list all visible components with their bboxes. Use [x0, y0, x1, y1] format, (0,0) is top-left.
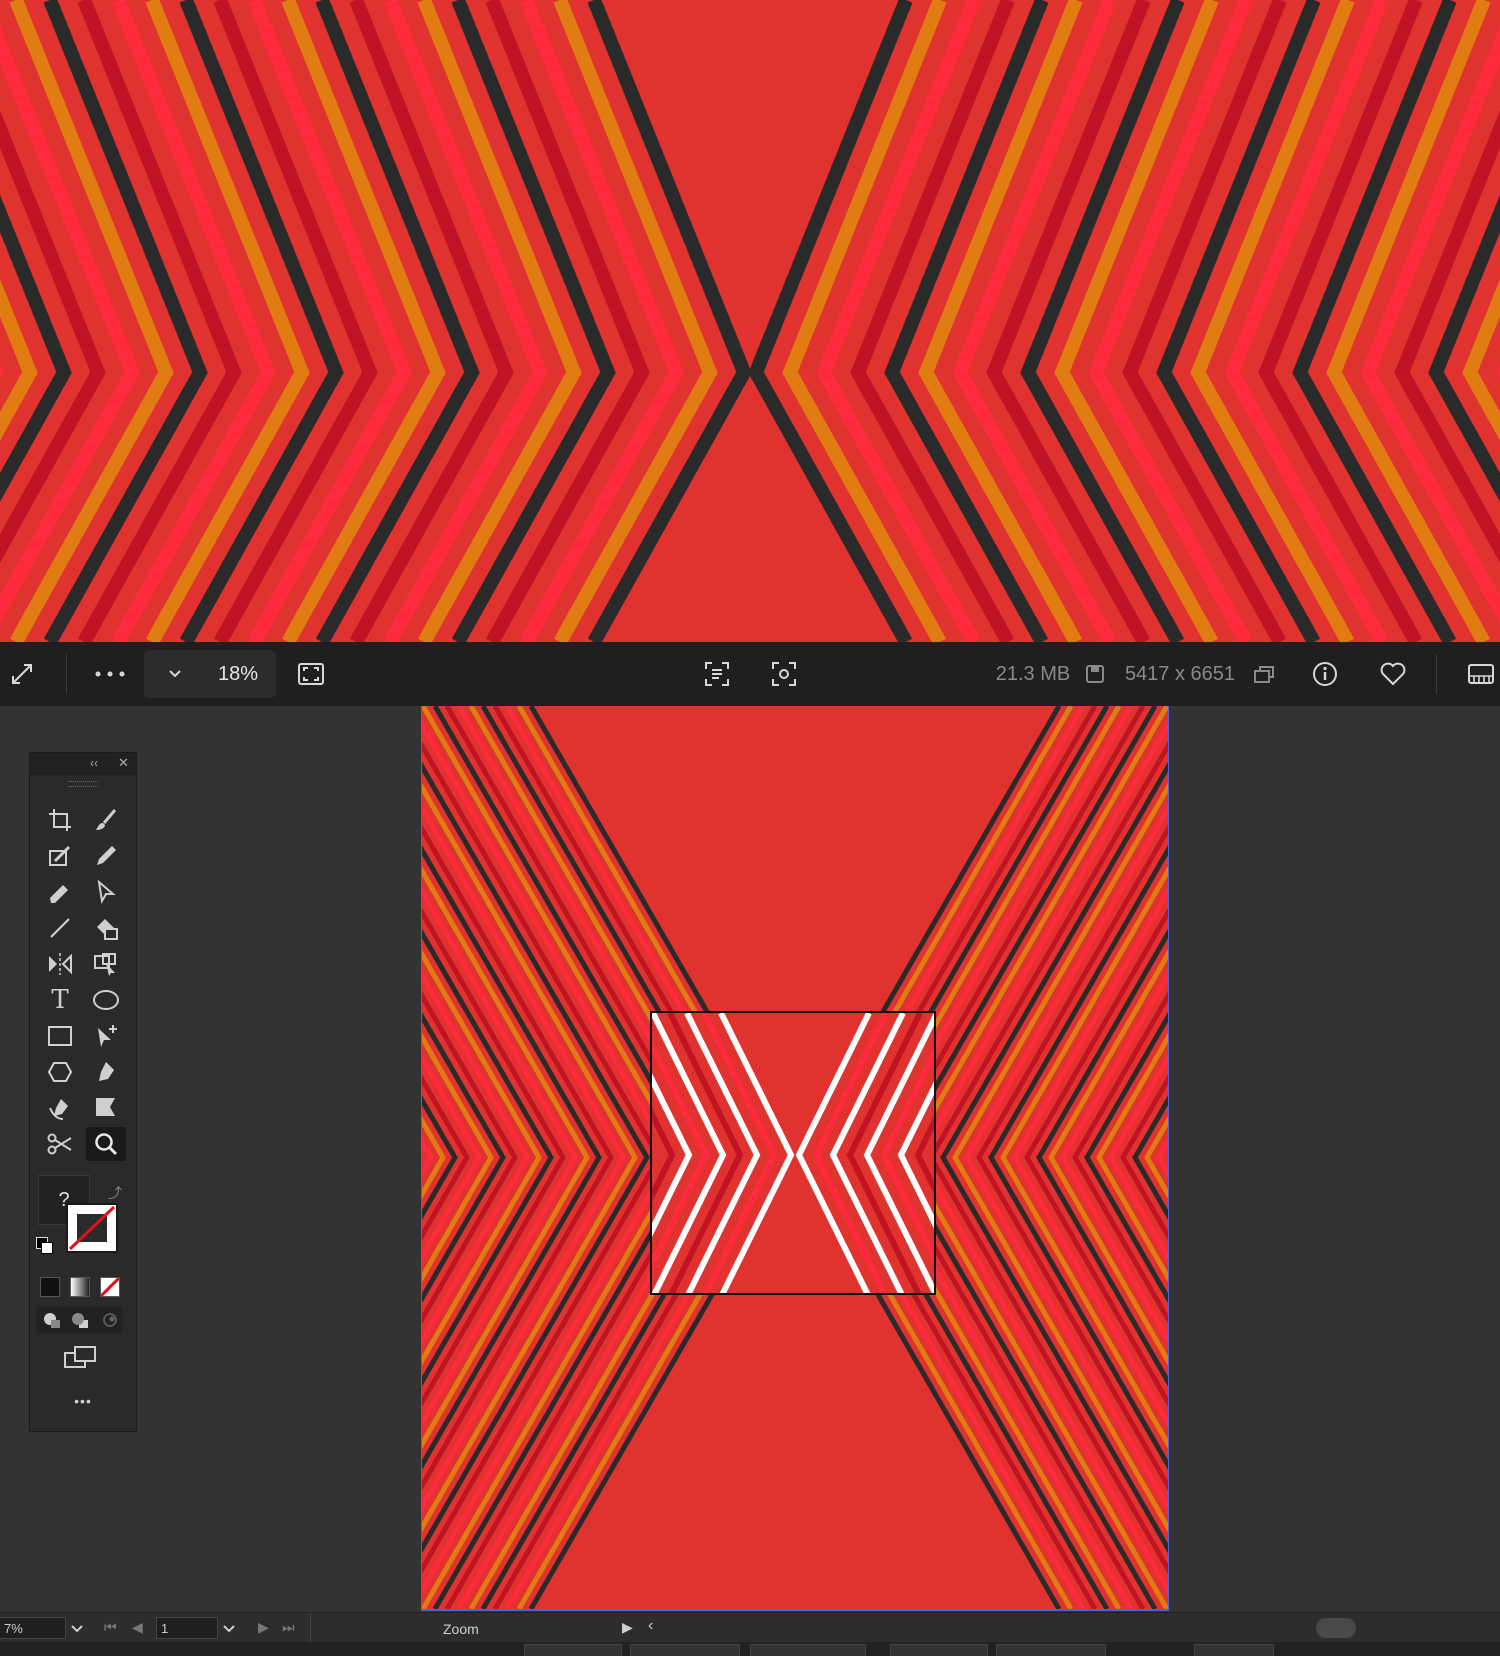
ocr-text-icon[interactable] [700, 642, 734, 706]
viewer-toolbar: 18% 21.3 MB 5417 x 6651 [0, 642, 1500, 706]
next-artboard-icon[interactable]: ▶ [258, 1619, 269, 1636]
stroke-color-swatch[interactable] [66, 1203, 118, 1253]
edit-toolbar-button[interactable]: ••• [30, 1393, 136, 1409]
panel-tab[interactable] [750, 1644, 866, 1656]
heart-icon[interactable] [1378, 642, 1408, 706]
tools-panel-header[interactable]: ‹‹ ✕ [30, 753, 136, 775]
scissors-tool-icon[interactable] [40, 1127, 80, 1161]
horizontal-scrollbar-thumb[interactable] [1316, 1618, 1356, 1638]
file-size: 21.3 MB [995, 662, 1071, 685]
last-artboard-icon[interactable]: ⏭ [282, 1619, 295, 1636]
zoom-tool-icon[interactable] [86, 1127, 126, 1161]
gradient-mode-button[interactable] [70, 1277, 90, 1297]
tools-panel: ‹‹ ✕ T ? ⤴ ••• [29, 752, 137, 1432]
artwork-preview-image [0, 0, 1500, 642]
selected-artwork-image [652, 1013, 934, 1293]
zoom-level[interactable]: 18% [206, 642, 270, 706]
live-paint-bucket-icon[interactable] [86, 911, 126, 945]
type-tool-icon[interactable]: T [40, 983, 80, 1017]
draw-behind-icon[interactable] [70, 1311, 90, 1329]
artboard-tool-icon[interactable] [40, 803, 80, 837]
collapse-panel-icon[interactable]: ‹‹ [90, 756, 98, 770]
rectangle-tool-icon[interactable] [40, 1019, 80, 1053]
draw-normal-icon[interactable] [42, 1311, 62, 1329]
artwork-preview [0, 0, 1500, 642]
close-panel-icon[interactable]: ✕ [118, 755, 129, 771]
artboard-dropdown-icon[interactable] [220, 1619, 238, 1637]
selected-artwork[interactable] [650, 1011, 936, 1295]
filmstrip-icon[interactable] [1466, 642, 1496, 706]
copy-icon[interactable] [1251, 642, 1277, 706]
panel-tab[interactable] [630, 1644, 740, 1656]
panel-tab[interactable] [524, 1644, 622, 1656]
eraser-tool-icon[interactable] [40, 875, 80, 909]
direct-selection-tool-icon[interactable] [86, 875, 126, 909]
swap-fill-stroke-icon[interactable]: ⤴ [108, 1183, 122, 1203]
expand-icon[interactable] [4, 642, 40, 706]
gradient-tool-icon[interactable] [86, 1091, 126, 1125]
panel-tab[interactable] [996, 1644, 1106, 1656]
reflect-tool-icon[interactable] [40, 947, 80, 981]
panel-grip-icon[interactable] [68, 781, 98, 787]
polygon-tool-icon[interactable] [40, 1055, 80, 1089]
fit-screen-icon[interactable] [294, 642, 328, 706]
panel-tab[interactable] [1194, 1644, 1274, 1656]
info-icon[interactable] [1310, 642, 1340, 706]
illustrator-workspace[interactable]: ‹‹ ✕ T ? ⤴ ••• [0, 706, 1500, 1612]
zoom-level-field[interactable]: 7% [0, 1617, 66, 1639]
none-mode-button[interactable] [100, 1277, 120, 1297]
status-info[interactable]: Zoom [310, 1613, 617, 1643]
draw-inside-icon[interactable] [100, 1311, 120, 1329]
first-artboard-icon[interactable]: ⏮ [104, 1619, 123, 1636]
status-menu-icon[interactable]: ▶ [622, 1619, 633, 1636]
color-mode-button[interactable] [40, 1277, 60, 1297]
more-icon[interactable] [90, 642, 130, 706]
save-icon[interactable] [1083, 642, 1107, 706]
pencil-tool-icon[interactable] [86, 839, 126, 873]
anchor-point-tool-icon[interactable] [86, 1019, 126, 1053]
free-transform-tool-icon[interactable] [86, 947, 126, 981]
bottom-panel-strip [0, 1642, 1500, 1656]
ellipse-tool-icon[interactable] [86, 983, 126, 1017]
default-fill-stroke-icon[interactable] [36, 1237, 53, 1254]
visual-search-icon[interactable] [767, 642, 801, 706]
panel-tab[interactable] [890, 1644, 988, 1656]
curvature-tool-icon[interactable] [40, 1091, 80, 1125]
paintbrush-tool-icon[interactable] [86, 803, 126, 837]
zoom-dropdown-icon[interactable] [68, 1619, 86, 1637]
previous-artboard-icon[interactable]: ◀ [132, 1619, 143, 1636]
image-dimensions: 5417 x 6651 [1124, 662, 1236, 685]
shaper-tool-icon[interactable] [40, 839, 80, 873]
scroll-left-icon[interactable]: ‹ [648, 1617, 653, 1635]
chevron-down-icon[interactable] [160, 642, 190, 706]
line-segment-tool-icon[interactable] [40, 911, 80, 945]
pen-tool-icon[interactable] [86, 1055, 126, 1089]
change-screen-mode-icon[interactable] [64, 1345, 98, 1371]
artboard-number-field[interactable]: 1 [156, 1617, 218, 1639]
status-bar: 7% ⏮ ◀ 1 ▶ ⏭ Zoom ▶ ‹ [0, 1612, 1500, 1643]
current-tool-name: Zoom [443, 1621, 479, 1637]
